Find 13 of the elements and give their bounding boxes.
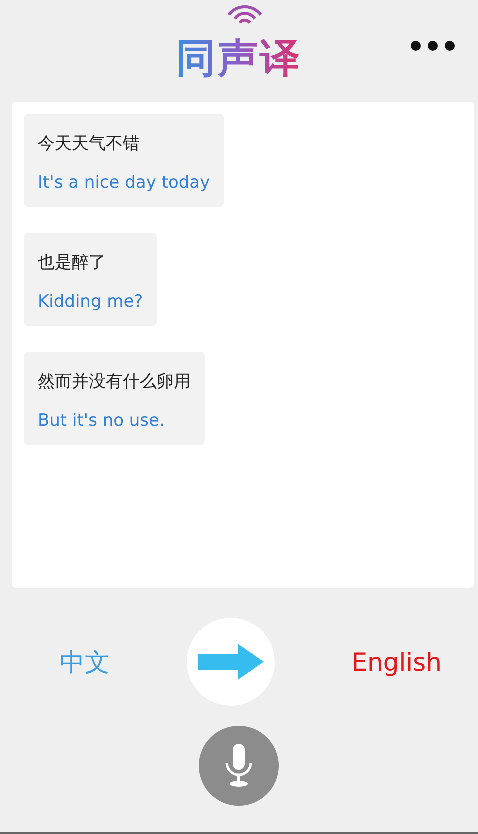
more-button[interactable] [410, 40, 456, 52]
source-language[interactable]: 中文 [60, 646, 110, 678]
source-text: 然而并没有什么卵用 [38, 371, 191, 393]
more-icon [410, 40, 456, 52]
translation-text: It's a nice day today [38, 173, 210, 193]
target-language[interactable]: English [352, 648, 442, 676]
source-text: 也是醉了 [38, 252, 107, 274]
translation-text: Kidding me? [38, 292, 144, 312]
translation-text: But it's no use. [38, 411, 166, 431]
arrow-right-icon [198, 644, 264, 680]
source-text: 今天天气不错 [38, 133, 141, 155]
microphone-icon [224, 744, 254, 788]
signal-icon [225, 3, 265, 27]
